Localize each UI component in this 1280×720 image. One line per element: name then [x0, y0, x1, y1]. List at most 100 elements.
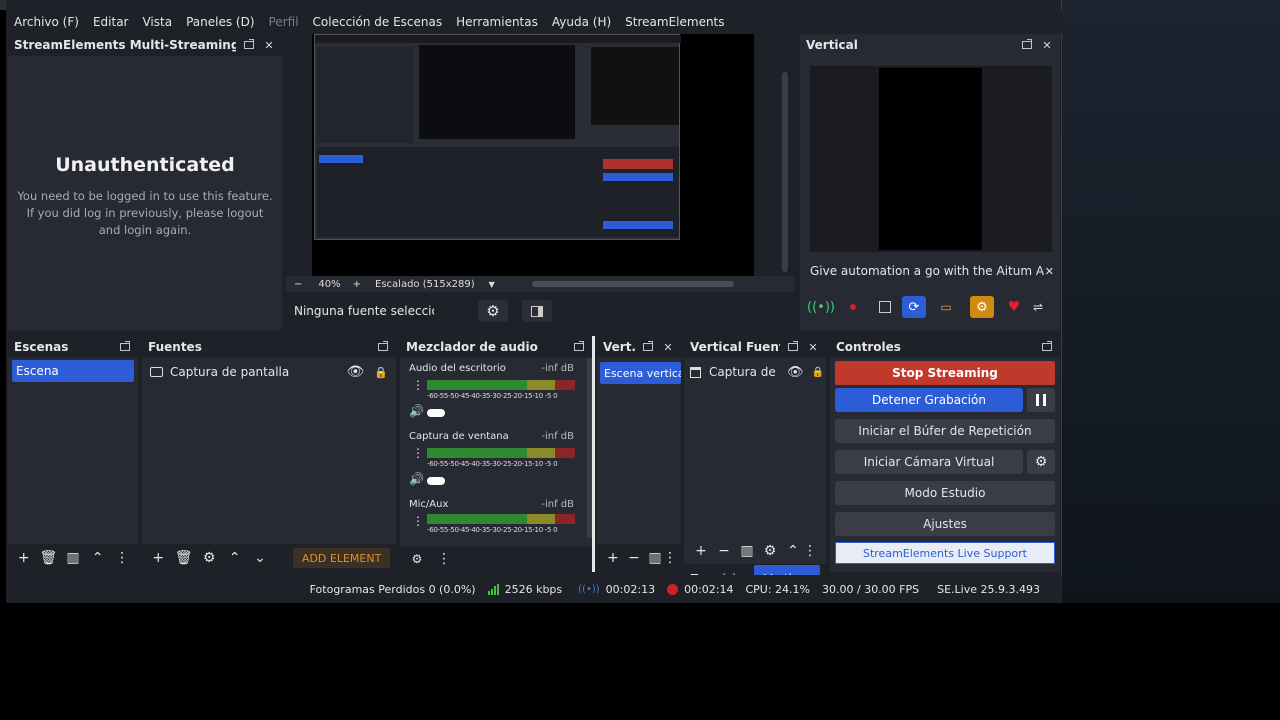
zoom-in-button[interactable]: + — [353, 279, 361, 290]
chat-icon[interactable]: ▭ — [934, 296, 958, 318]
close-icon[interactable]: ✕ — [661, 340, 675, 354]
float-icon[interactable] — [1020, 38, 1034, 52]
close-icon[interactable]: ✕ — [1045, 265, 1054, 278]
float-icon[interactable] — [376, 340, 390, 354]
channel-menu-icon[interactable]: ⋮ — [412, 446, 424, 460]
menu-perfil[interactable]: Perfil — [269, 15, 299, 29]
scenes-title: Escenas — [14, 340, 69, 354]
source-filters-button[interactable] — [522, 300, 552, 322]
channel-menu-icon[interactable]: ⋮ — [412, 378, 424, 392]
stop-recording-button[interactable]: Detener Grabación — [835, 388, 1023, 412]
horizontal-scrollbar[interactable] — [532, 281, 734, 287]
menu-bar: Archivo (F) Editar Vista Paneles (D) Per… — [6, 10, 1062, 34]
float-icon[interactable] — [1040, 340, 1054, 354]
remove-scene-button[interactable]: 🗑 — [39, 547, 59, 569]
mixer-channel: Captura de ventana -inf dB ⋮ -60-55-50-4… — [400, 426, 586, 492]
move-up-button[interactable]: ⌃ — [88, 547, 108, 569]
volume-slider[interactable] — [427, 409, 445, 417]
menu-streamelements[interactable]: StreamElements — [625, 15, 724, 29]
sources-dock: Fuentes Captura de pantalla 👁 🔒 + 🗑 ⚙ ⌃ … — [142, 336, 396, 572]
record-icon[interactable] — [840, 296, 866, 318]
virtual-camera-button[interactable]: Iniciar Cámara Virtual — [835, 450, 1023, 474]
record-time-value: 00:02:14 — [684, 582, 734, 596]
scene-filters-button[interactable]: ▥ — [645, 547, 665, 569]
mixer-toolbar: ⚙ ⋮ — [400, 546, 592, 572]
studio-mode-button[interactable]: Modo Estudio — [835, 481, 1055, 505]
speaker-icon[interactable]: 🔊 — [409, 404, 424, 418]
pause-recording-button[interactable] — [1027, 388, 1055, 412]
settings-button[interactable]: Ajustes — [835, 512, 1055, 536]
move-down-button[interactable]: ⌄ — [250, 547, 270, 569]
source-settings-button[interactable]: ⚙ — [199, 547, 219, 569]
remove-source-button[interactable]: 🗑 — [173, 547, 193, 569]
sources-header: Fuentes — [142, 336, 396, 358]
menu-ayuda[interactable]: Ayuda (H) — [552, 15, 611, 29]
remove-scene-button[interactable]: − — [624, 547, 644, 569]
add-source-button[interactable]: + — [690, 540, 712, 562]
float-icon[interactable] — [786, 340, 800, 354]
source-item[interactable]: Captura de pantalla 👁 🔒 — [146, 361, 392, 383]
add-scene-button[interactable]: + — [603, 547, 623, 569]
sync-icon[interactable]: ⟳ — [902, 296, 926, 318]
source-properties-button[interactable]: ⚙ — [478, 300, 508, 322]
scenes-dock: Escenas Escena + 🗑 ▥ ⌃ ⋮ — [8, 336, 138, 572]
vertical-preview[interactable] — [810, 66, 1052, 252]
eye-icon[interactable]: 👁 — [347, 364, 365, 380]
more-button[interactable]: ⋮ — [803, 540, 817, 562]
preview-scrollbar[interactable] — [782, 72, 788, 272]
dock-splitter[interactable] — [592, 336, 595, 572]
move-up-button[interactable]: ⌃ — [224, 547, 244, 569]
advanced-audio-icon[interactable]: ⚙ — [406, 548, 428, 570]
stop-streaming-button[interactable]: Stop Streaming — [835, 361, 1055, 385]
menu-archivo[interactable]: Archivo (F) — [14, 15, 79, 29]
lock-icon[interactable]: 🔒 — [374, 366, 388, 379]
float-icon[interactable] — [572, 340, 586, 354]
replay-buffer-button[interactable]: Iniciar el Búfer de Repetición — [835, 419, 1055, 443]
vertical-scene-item[interactable]: Escena vertical — [600, 362, 681, 384]
menu-herramientas[interactable]: Herramientas — [456, 15, 538, 29]
close-icon[interactable]: ✕ — [1040, 38, 1054, 52]
scale-dropdown-icon[interactable]: ▼ — [489, 280, 495, 289]
float-icon[interactable] — [118, 340, 132, 354]
eye-icon[interactable]: 👁 — [787, 365, 804, 380]
virtual-camera-settings-button[interactable]: ⚙ — [1027, 450, 1055, 474]
vertical-title: Vertical — [806, 38, 858, 52]
scene-item[interactable]: Escena — [12, 360, 134, 382]
lock-icon[interactable]: 🔒 — [812, 367, 824, 378]
share-icon[interactable]: ⇌ — [1028, 296, 1048, 318]
preview-area[interactable]: − 40% + Escalado (515x289) ▼ Ninguna fue… — [286, 34, 794, 330]
settings-icon[interactable]: ⚙ — [970, 296, 994, 318]
scene-filters-button[interactable]: ▥ — [63, 547, 83, 569]
controls-title: Controles — [836, 340, 901, 354]
speaker-icon[interactable]: 🔊 — [409, 472, 424, 486]
float-icon[interactable] — [242, 38, 256, 52]
remove-source-button[interactable]: − — [713, 540, 735, 562]
live-support-button[interactable]: StreamElements Live Support — [835, 542, 1055, 564]
more-button[interactable]: ⋮ — [663, 547, 677, 569]
menu-coleccion[interactable]: Colección de Escenas — [313, 15, 443, 29]
meter-ticks: -60-55-50-45-40-35-30-25-20-15-10 -5 0 — [427, 392, 558, 400]
close-icon[interactable]: ✕ — [806, 340, 820, 354]
zoom-out-button[interactable]: − — [294, 279, 302, 290]
close-icon[interactable]: ✕ — [262, 38, 276, 52]
move-up-button[interactable]: ⌃ — [782, 540, 804, 562]
bitrate-value: 2526 kbps — [504, 582, 563, 596]
add-element-button[interactable]: ADD ELEMENT — [293, 548, 390, 568]
add-scene-button[interactable]: + — [14, 547, 34, 569]
more-button[interactable]: ⋮ — [112, 547, 132, 569]
menu-paneles[interactable]: Paneles (D) — [186, 15, 254, 29]
volume-slider[interactable] — [427, 477, 445, 485]
source-settings-button[interactable]: ⚙ — [759, 540, 781, 562]
multistream-icon[interactable]: ((•)) — [807, 296, 835, 318]
menu-vista[interactable]: Vista — [142, 15, 172, 29]
mixer-menu-icon[interactable]: ⋮ — [433, 548, 455, 570]
float-icon[interactable] — [641, 340, 655, 354]
checkbox-icon[interactable] — [872, 296, 898, 318]
heart-icon[interactable]: ♥ — [1002, 296, 1026, 318]
source-filters-button[interactable]: ▥ — [736, 540, 758, 562]
vertical-source-item[interactable]: Captura de 👁 🔒 — [690, 361, 824, 383]
menu-editar[interactable]: Editar — [93, 15, 129, 29]
vertical-toolbar: ((•)) ⟳ ▭ ⚙ ♥ ⇌ — [807, 296, 1056, 318]
channel-menu-icon[interactable]: ⋮ — [412, 514, 424, 528]
add-source-button[interactable]: + — [148, 547, 168, 569]
